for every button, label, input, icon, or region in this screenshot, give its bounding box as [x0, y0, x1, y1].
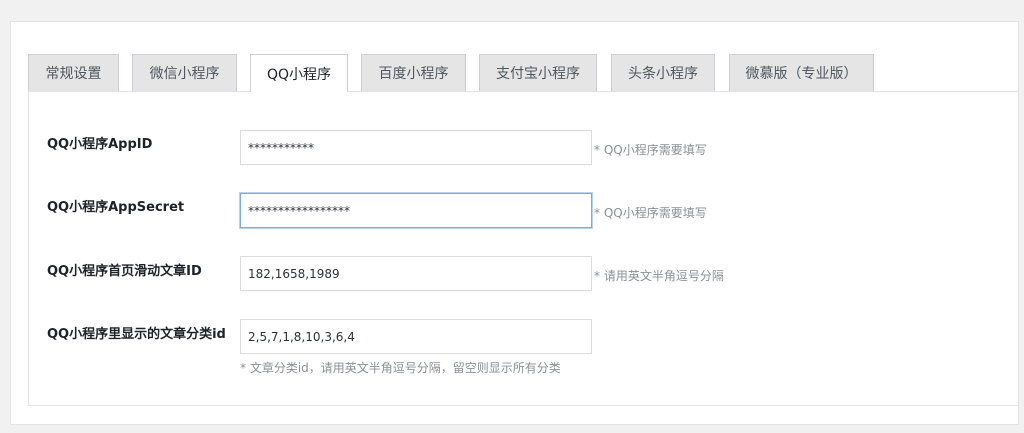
appsecret-hint: * QQ小程序需要填写 [594, 206, 707, 220]
appid-input[interactable] [240, 130, 592, 165]
swiper-post-ids-label: QQ小程序首页滑动文章ID [47, 264, 202, 279]
appid-hint: * QQ小程序需要填写 [594, 143, 707, 157]
category-ids-label: QQ小程序里显示的文章分类id [47, 327, 226, 342]
appsecret-label: QQ小程序AppSecret [47, 200, 185, 215]
appid-label: QQ小程序AppID [47, 137, 153, 152]
tab-alipay-miniprogram[interactable]: 支付宝小程序 [479, 54, 597, 91]
tab-baidu-miniprogram[interactable]: 百度小程序 [361, 54, 466, 91]
tab-toutiao-miniprogram[interactable]: 头条小程序 [611, 54, 715, 91]
tab-wechat-miniprogram[interactable]: 微信小程序 [132, 54, 237, 91]
tab-general-settings[interactable]: 常规设置 [28, 54, 119, 91]
appsecret-input[interactable] [240, 193, 592, 228]
category-ids-hint: * 文章分类id，请用英文半角逗号分隔，留空则显示所有分类 [240, 361, 561, 375]
tab-weimu-pro[interactable]: 微慕版（专业版） [729, 54, 874, 91]
swiper-post-ids-input[interactable] [240, 256, 592, 291]
category-ids-input[interactable] [240, 319, 592, 354]
swiper-post-ids-hint: * 请用英文半角逗号分隔 [594, 269, 724, 283]
tab-qq-miniprogram[interactable]: QQ小程序 [250, 54, 348, 92]
